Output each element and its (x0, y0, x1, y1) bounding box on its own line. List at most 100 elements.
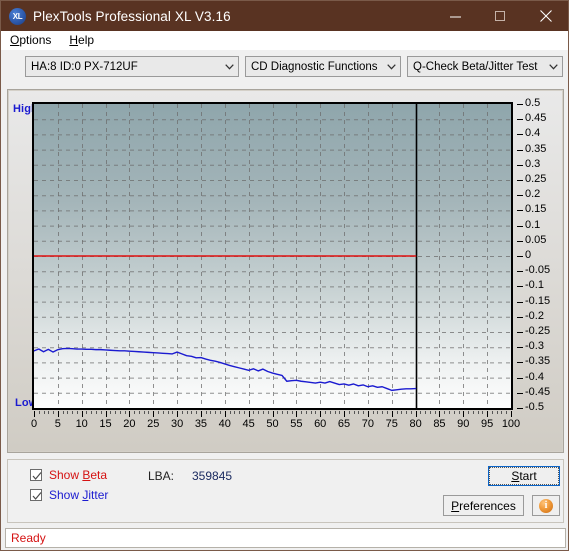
x-minor-tick-mark (501, 411, 502, 414)
x-tick-mark (273, 411, 274, 417)
x-minor-tick-mark (67, 411, 68, 414)
x-minor-tick-mark (258, 411, 259, 414)
x-minor-tick-mark (101, 411, 102, 414)
x-minor-tick-mark (172, 411, 173, 414)
y-tick-mark (517, 317, 523, 318)
x-minor-tick-mark (497, 411, 498, 414)
x-minor-tick-mark (120, 411, 121, 414)
test-select[interactable]: Q-Check Beta/Jitter Test (407, 56, 563, 77)
show-jitter-checkbox[interactable]: Show Jitter (30, 488, 108, 502)
drive-select[interactable]: HA:8 ID:0 PX-712UF (25, 56, 239, 77)
function-select[interactable]: CD Diagnostic Functions (245, 56, 401, 77)
lba-label: LBA: (148, 469, 175, 483)
x-minor-tick-mark (325, 411, 326, 414)
y-tick-mark (517, 378, 523, 379)
minimize-icon[interactable] (433, 1, 478, 31)
x-minor-tick-mark (397, 411, 398, 414)
lba-value: 359845 (192, 469, 233, 483)
x-minor-tick-mark (96, 411, 97, 414)
x-minor-tick-mark (187, 411, 188, 414)
y-tick-label: 0.05 (525, 233, 547, 246)
y-tick-mark (517, 119, 523, 120)
x-tick-mark (511, 411, 512, 417)
x-minor-tick-mark (48, 411, 49, 414)
x-minor-tick-mark (77, 411, 78, 414)
x-tick-mark (416, 411, 417, 417)
x-tick-mark (34, 411, 35, 417)
x-minor-tick-mark (425, 411, 426, 414)
y-tick-label: -0.3 (525, 340, 544, 353)
x-minor-tick-mark (210, 411, 211, 414)
x-tick-mark (392, 411, 393, 417)
start-button-label: Start (489, 467, 559, 485)
x-minor-tick-mark (292, 411, 293, 414)
y-tick-mark (517, 241, 523, 242)
chart-panel: High Low 0.5 0.45 0.4 0.35 0.3 0.25 0.2 0.15 0.1… (7, 89, 564, 453)
x-tick-mark (368, 411, 369, 417)
x-tick-label: 100 (501, 418, 521, 430)
y-tick-label: 0.45 (525, 112, 547, 125)
plextools-window: XL PlexTools Professional XL V3.16 Optio… (0, 0, 569, 551)
info-button[interactable]: i (532, 495, 560, 516)
y-tick-label: 0.1 (525, 218, 541, 231)
x-minor-tick-mark (263, 411, 264, 414)
plot-area[interactable] (32, 102, 513, 410)
x-minor-tick-mark (430, 411, 431, 414)
y-tick-mark (517, 347, 523, 348)
x-minor-tick-mark (478, 411, 479, 414)
x-minor-tick-mark (86, 411, 87, 414)
x-minor-tick-mark (373, 411, 374, 414)
x-minor-tick-mark (115, 411, 116, 414)
x-tick-mark (129, 411, 130, 417)
x-minor-tick-mark (53, 411, 54, 414)
window-title: PlexTools Professional XL V3.16 (33, 8, 231, 24)
x-minor-tick-mark (277, 411, 278, 414)
menu-options-rest: ptions (19, 33, 52, 47)
menu-bar: Options Help (1, 31, 568, 50)
x-minor-tick-mark (39, 411, 40, 414)
menu-item-options[interactable]: Options (1, 31, 60, 50)
x-tick-mark (82, 411, 83, 417)
x-minor-tick-mark (230, 411, 231, 414)
show-beta-checkbox[interactable]: Show Beta (30, 468, 107, 482)
x-minor-tick-mark (158, 411, 159, 414)
x-minor-tick-mark (196, 411, 197, 414)
y-tick-label: 0.35 (525, 142, 547, 155)
y-tick-label: -0.4 (525, 370, 544, 383)
y-tick-label: 0.2 (525, 188, 541, 201)
x-tick-mark (58, 411, 59, 417)
x-minor-tick-mark (339, 411, 340, 414)
drive-select-value: HA:8 ID:0 PX-712UF (31, 60, 138, 73)
x-minor-tick-mark (191, 411, 192, 414)
close-icon[interactable] (523, 1, 568, 31)
x-minor-tick-mark (349, 411, 350, 414)
y-tick-mark (517, 134, 523, 135)
test-select-value: Q-Check Beta/Jitter Test (413, 60, 538, 73)
y-tick-mark (517, 332, 523, 333)
preferences-button[interactable]: Preferences (443, 495, 524, 516)
chevron-down-icon[interactable] (383, 57, 400, 76)
y-tick-label: -0.45 (525, 385, 551, 398)
x-minor-tick-mark (134, 411, 135, 414)
y-tick-mark (517, 286, 523, 287)
y-tick-label: -0.05 (525, 264, 551, 277)
chevron-down-icon[interactable] (221, 57, 238, 76)
x-tick-mark (225, 411, 226, 417)
x-minor-tick-mark (282, 411, 283, 414)
x-minor-tick-mark (454, 411, 455, 414)
x-minor-tick-mark (315, 411, 316, 414)
x-minor-tick-mark (215, 411, 216, 414)
x-minor-tick-mark (168, 411, 169, 414)
maximize-icon[interactable] (478, 1, 523, 31)
start-button[interactable]: Start (488, 466, 560, 486)
menu-item-help[interactable]: Help (60, 31, 103, 50)
x-minor-tick-mark (330, 411, 331, 414)
checkbox-box[interactable] (30, 489, 42, 501)
checkbox-box[interactable] (30, 469, 42, 481)
x-minor-tick-mark (306, 411, 307, 414)
y-tick-label: 0.3 (525, 157, 541, 170)
x-minor-tick-mark (482, 411, 483, 414)
chevron-down-icon[interactable] (545, 57, 562, 76)
y-tick-label: -0.2 (525, 309, 544, 322)
x-minor-tick-mark (387, 411, 388, 414)
